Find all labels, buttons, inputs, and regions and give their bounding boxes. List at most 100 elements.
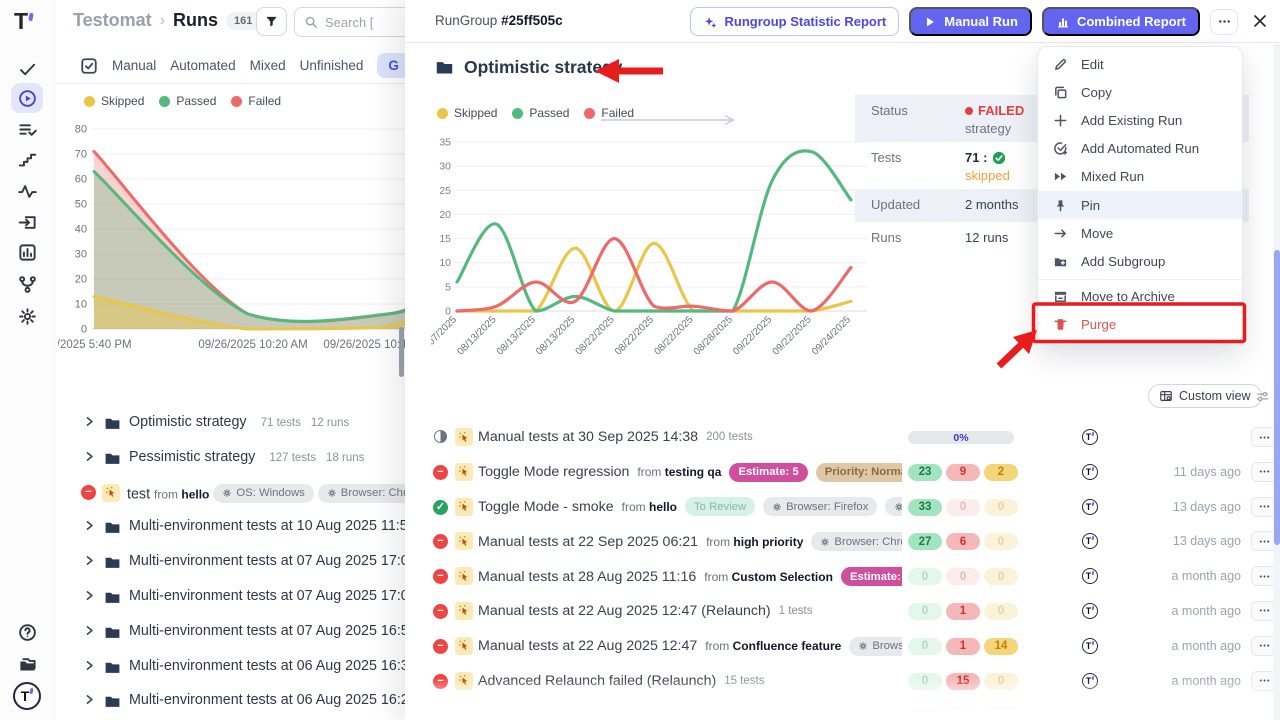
run-row[interactable]: −Advanced Relaunch failed (Relaunch)15 t… xyxy=(405,664,1280,699)
menu-item-pin[interactable]: Pin xyxy=(1038,191,1242,219)
obscured-text xyxy=(433,712,471,718)
tab-manual[interactable]: Manual xyxy=(112,58,156,73)
chevron-right-icon[interactable] xyxy=(83,554,96,572)
cursor-click-icon xyxy=(458,570,471,583)
chevron-right-icon[interactable] xyxy=(83,693,96,711)
panel-scrollbar-thumb[interactable] xyxy=(1274,250,1280,545)
svg-text:08/13/2025: 08/13/2025 xyxy=(495,314,538,354)
run-source: from high priority xyxy=(706,535,803,549)
menu-item-purge[interactable]: Purge xyxy=(1038,311,1242,339)
run-row[interactable]: −Manual tests at 28 Aug 2025 11:16from C… xyxy=(405,559,1280,594)
chevron-right-icon[interactable] xyxy=(83,519,96,537)
sidebar-item-steps[interactable] xyxy=(11,144,43,174)
sidebar-item-branches[interactable] xyxy=(11,269,43,299)
run-row[interactable]: Manual tests at 30 Sep 2025 14:38 200 tes… xyxy=(405,420,1280,455)
run-name[interactable]: Toggle Mode regression xyxy=(478,464,629,480)
chevron-right-icon[interactable] xyxy=(83,415,96,433)
rungroup-name[interactable]: Multi-environment tests at 06 Aug 2025 1… xyxy=(129,658,417,674)
info-value: 2 months xyxy=(965,197,1018,212)
run-name[interactable]: Manual tests at 22 Aug 2025 12:47 (Relau… xyxy=(478,603,771,619)
help-icon xyxy=(18,623,37,642)
menu-item-move-to-archive[interactable]: Move to Archive xyxy=(1038,283,1242,311)
breadcrumb-brand[interactable]: Testomat xyxy=(73,10,152,31)
chevron-right-icon[interactable] xyxy=(83,589,96,607)
run-name[interactable]: Advanced Relaunch failed (Relaunch) xyxy=(478,673,716,689)
panel-close-icon[interactable] xyxy=(1252,13,1270,31)
runs-play-icon xyxy=(18,89,37,108)
sidebar-item-help[interactable] xyxy=(11,617,43,647)
skipped-count-pill: 14 xyxy=(984,638,1018,655)
menu-item-edit[interactable]: Edit xyxy=(1038,50,1242,78)
rungroup-name[interactable]: Multi-environment tests at 06 Aug 2025 1… xyxy=(129,692,417,708)
ellipsis-icon xyxy=(1217,14,1232,29)
run-name[interactable]: Toggle Mode - smoke xyxy=(478,499,614,515)
menu-item-add-automated-run[interactable]: Add Automated Run xyxy=(1038,135,1242,163)
run-row[interactable]: −Toggle Mode regressionfrom testing qaEs… xyxy=(405,455,1280,490)
rungroup-statistic-report-button[interactable]: Rungroup Statistic Report xyxy=(690,7,899,36)
view-settings-icon[interactable] xyxy=(1255,389,1270,409)
svg-text:5: 5 xyxy=(445,281,451,293)
menu-item-move[interactable]: Move xyxy=(1038,219,1242,247)
panel-more-button[interactable] xyxy=(1210,9,1238,35)
rungroup-name[interactable]: Multi-environment tests at 10 Aug 2025 1… xyxy=(129,518,416,534)
chevron-right-icon[interactable] xyxy=(83,450,96,468)
sidebar-item-projects-folder[interactable] xyxy=(11,649,43,679)
sidebar-item-runs-play[interactable] xyxy=(11,83,43,113)
testomat-logo-icon[interactable]: T xyxy=(14,8,33,35)
run-name[interactable]: Manual tests at 28 Aug 2025 11:16 xyxy=(478,569,696,585)
rungroup-name[interactable]: Pessimistic strategy127 tests18 runs xyxy=(129,449,364,465)
sidebar-item-tests-check[interactable] xyxy=(11,54,43,84)
fast-forward-icon xyxy=(1053,169,1068,184)
manual-test-icon xyxy=(455,602,473,620)
profile-avatar[interactable]: T xyxy=(13,682,41,710)
rungroup-name[interactable]: Multi-environment tests at 07 Aug 2025 1… xyxy=(129,553,417,569)
filter-button[interactable] xyxy=(256,7,287,36)
gear-small-icon xyxy=(820,537,830,547)
svg-text:08/13/2025: 08/13/2025 xyxy=(534,314,577,354)
page-scrollbar-thumb[interactable] xyxy=(399,327,404,377)
run-name[interactable]: test from hello OS: Windows Browser: Chr… xyxy=(127,484,438,503)
funnel-icon xyxy=(264,14,279,29)
run-timestamp: 11 days ago xyxy=(1119,465,1241,479)
run-name[interactable]: Manual tests at 30 Sep 2025 14:38 xyxy=(478,429,698,445)
menu-item-add-subgroup[interactable]: Add Subgroup xyxy=(1038,247,1242,275)
folder-icon xyxy=(104,659,121,681)
rungroup-name[interactable]: Multi-environment tests at 07 Aug 2025 1… xyxy=(129,623,417,639)
tab-unfinished[interactable]: Unfinished xyxy=(300,58,364,73)
chevron-right-icon[interactable] xyxy=(83,624,96,642)
rungroup-name[interactable]: Optimistic strategy71 tests12 runs xyxy=(129,414,349,430)
run-row[interactable] xyxy=(405,698,1280,720)
run-row[interactable]: ✓Toggle Mode - smokefrom helloTo ReviewB… xyxy=(405,490,1280,525)
run-name[interactable]: Manual tests at 22 Sep 2025 06:21 xyxy=(478,534,698,550)
svg-text:80: 80 xyxy=(75,124,87,136)
run-name[interactable]: Manual tests at 22 Aug 2025 12:47 xyxy=(478,638,697,654)
select-runs-icon[interactable] xyxy=(80,57,98,75)
run-row[interactable]: −Manual tests at 22 Aug 2025 12:47 (Rela… xyxy=(405,594,1280,629)
custom-view-button[interactable]: Custom view xyxy=(1148,384,1262,408)
svg-text:08/22/2025: 08/22/2025 xyxy=(652,314,695,354)
manual-run-button[interactable]: Manual Run xyxy=(909,7,1032,36)
failed-count-pill: 0 xyxy=(946,499,980,516)
ellipsis-icon xyxy=(1258,674,1271,687)
legend-item: Skipped xyxy=(437,106,497,120)
sidebar-item-run-list[interactable] xyxy=(11,114,43,144)
menu-item-copy[interactable]: Copy xyxy=(1038,78,1242,106)
tab-automated[interactable]: Automated xyxy=(170,58,235,73)
combined-report-button[interactable]: Combined Report xyxy=(1042,7,1200,36)
svg-text:09/22/2025: 09/22/2025 xyxy=(731,314,774,354)
chevron-right-icon[interactable] xyxy=(83,659,96,677)
select-check-icon xyxy=(80,57,98,75)
rungroup-name[interactable]: Multi-environment tests at 07 Aug 2025 1… xyxy=(129,588,417,604)
analytics-icon xyxy=(18,243,37,262)
run-row[interactable]: −Manual tests at 22 Aug 2025 12:47from C… xyxy=(405,629,1280,664)
run-row[interactable]: −Manual tests at 22 Sep 2025 06:21from h… xyxy=(405,524,1280,559)
sidebar-item-pulse[interactable] xyxy=(11,176,43,206)
sidebar-item-settings-gear[interactable] xyxy=(11,301,43,331)
menu-item-add-existing-run[interactable]: Add Existing Run xyxy=(1038,106,1242,134)
run-tests-count: 200 tests xyxy=(706,431,753,443)
tab-mixed[interactable]: Mixed xyxy=(250,58,286,73)
sidebar-item-analytics[interactable] xyxy=(11,237,43,267)
sidebar-item-import[interactable] xyxy=(11,207,43,237)
failed-count-pill: 15 xyxy=(946,673,980,690)
menu-item-mixed-run[interactable]: Mixed Run xyxy=(1038,163,1242,191)
